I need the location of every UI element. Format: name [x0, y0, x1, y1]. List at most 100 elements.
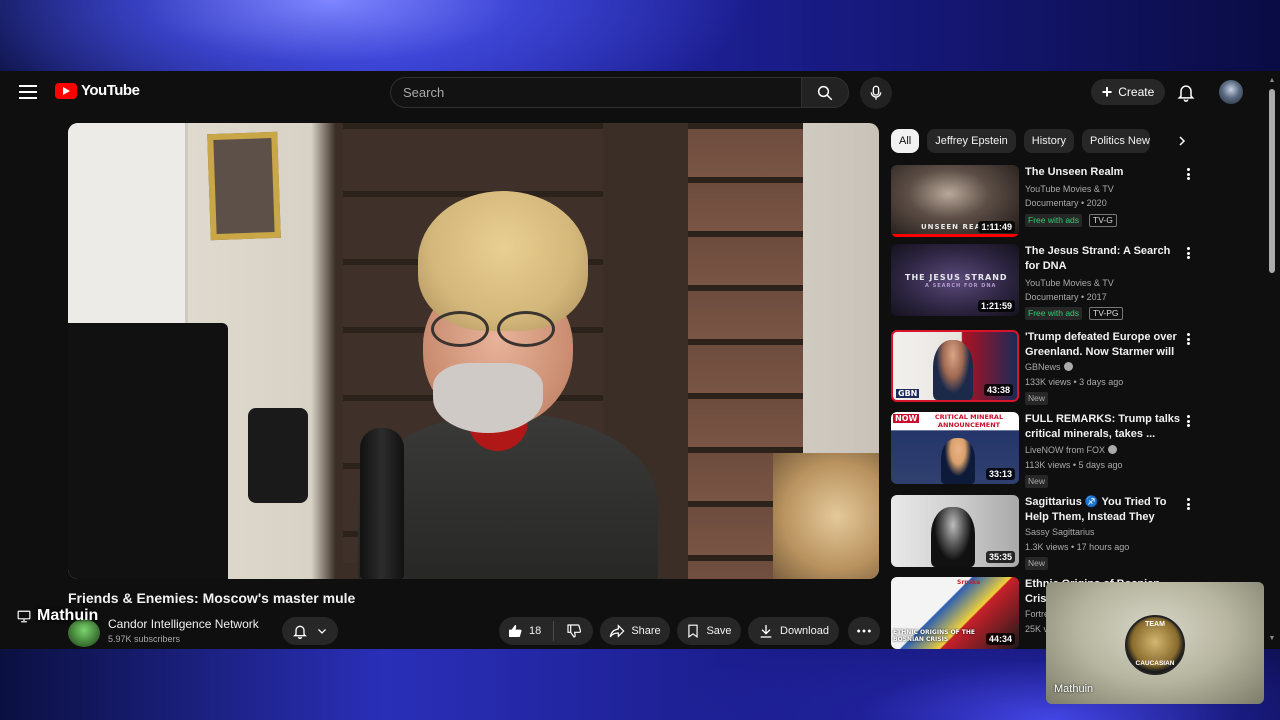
download-label: Download [780, 625, 829, 637]
create-label: Create [1118, 85, 1155, 99]
video-thumbnail[interactable]: NOW CRITICAL MINERAL ANNOUNCEMENT 33:13 [891, 412, 1019, 484]
page-scrollbar[interactable]: ▲ ▼ [1268, 77, 1276, 643]
like-divider [553, 621, 555, 641]
download-icon [760, 625, 772, 638]
filter-chips: All Jeffrey Epstein History Politics New… [891, 129, 1151, 153]
youtube-play-icon [55, 82, 77, 99]
share-icon [610, 624, 625, 638]
free-with-ads-badge: Free with ads [1025, 214, 1083, 227]
subscriber-count: 5.97K subscribers [108, 634, 181, 644]
video-duration: 33:13 [985, 468, 1015, 480]
recommendation-item[interactable]: GBN 43:38 'Trump defeated Europe over Gr… [891, 330, 1271, 406]
more-horizontal-icon [857, 629, 871, 633]
video-thumbnail[interactable]: UNSEEN REALM 1:11:49 [891, 165, 1019, 237]
video-chair [248, 408, 308, 503]
verified-icon [1108, 445, 1118, 454]
chips-next-button[interactable] [1172, 130, 1192, 152]
channel-name[interactable]: Candor Intelligence Network [108, 617, 259, 631]
free-with-ads-badge: Free with ads [1025, 307, 1083, 320]
video-microphone [360, 428, 404, 579]
recommendation-title[interactable]: Sagittarius ♐ You Tried To Help Them, In… [1025, 495, 1181, 525]
video-thumbnail[interactable]: THE JESUS STRAND A SEARCH FOR DNA 1:21:5… [891, 244, 1019, 316]
recommendation-title[interactable]: FULL REMARKS: Trump talks critical miner… [1025, 412, 1181, 442]
new-badge: New [1025, 557, 1049, 570]
video-thumbnail[interactable]: 35:35 [891, 495, 1019, 567]
recommendation-channel[interactable]: YouTube Movies & TV [1025, 278, 1114, 288]
more-vertical-icon[interactable] [1184, 245, 1192, 261]
bell-icon [293, 625, 307, 639]
recommendation-item[interactable]: UNSEEN REALM 1:11:49 The Unseen Realm Yo… [891, 165, 1271, 241]
chip-politics-news[interactable]: Politics News [1082, 129, 1151, 153]
recommendation-meta: Documentary • 2020 [1025, 198, 1107, 208]
chip-all[interactable]: All [891, 129, 920, 153]
thumbnail-text: THE JESUS STRAND [905, 273, 1008, 282]
video-picture-frame [207, 131, 281, 241]
download-button[interactable]: Download [748, 617, 839, 645]
video-thumbnail[interactable]: Srpska ETHNIC ORIGINS OF THE BOSNIAN CRI… [891, 577, 1019, 649]
chip-history[interactable]: History [1023, 129, 1075, 153]
recommendation-title[interactable]: 'Trump defeated Europe over Greenland. N… [1025, 330, 1181, 360]
menu-icon[interactable] [17, 82, 39, 102]
more-vertical-icon[interactable] [1184, 496, 1192, 512]
watch-progress-bar [891, 234, 1019, 237]
video-duration: 43:38 [983, 384, 1013, 396]
recommendation-channel[interactable]: LiveNOW from FOX [1025, 445, 1118, 455]
thumbnail-text: GBN [896, 389, 920, 398]
thumbnail-subtext: NOW [893, 414, 920, 423]
channel-name-label: LiveNOW from FOX [1025, 445, 1106, 455]
more-actions-button[interactable] [848, 617, 880, 645]
notifications-bell-icon[interactable] [1176, 82, 1196, 102]
recommendation-title[interactable]: The Jesus Strand: A Search for DNA [1025, 244, 1181, 274]
save-label: Save [706, 625, 732, 637]
video-monitor [68, 323, 228, 579]
video-title: Friends & Enemies: Moscow's master mule [68, 590, 356, 606]
scroll-down-arrow-icon[interactable]: ▼ [1268, 635, 1276, 643]
subscription-bell-button[interactable] [282, 617, 338, 645]
account-avatar[interactable] [1219, 80, 1243, 104]
masthead: YouTube Search + Create [0, 71, 1280, 113]
channel-name-label: GBNews [1025, 362, 1061, 372]
webcam-tile[interactable]: TEAM CAUCASIAN Mathuin [1046, 582, 1264, 704]
search-icon [817, 85, 833, 100]
search-button[interactable] [801, 77, 849, 108]
logo-text: YouTube [81, 82, 140, 99]
rating-badge: TV-G [1089, 214, 1117, 227]
recommendation-item[interactable]: 35:35 Sagittarius ♐ You Tried To Help Th… [891, 495, 1271, 571]
save-button[interactable]: Save [677, 617, 741, 645]
search-input[interactable]: Search [390, 77, 801, 108]
presenter-name-overlay: Mathuin [17, 607, 98, 625]
thumbnail-text: ETHNIC ORIGINS OF THE BOSNIAN CRISIS [893, 629, 976, 643]
microphone-icon [870, 85, 882, 100]
recommendation-channel[interactable]: YouTube Movies & TV [1025, 184, 1114, 194]
recommendation-title[interactable]: The Unseen Realm [1025, 165, 1181, 180]
chip-jeffrey-epstein[interactable]: Jeffrey Epstein [927, 129, 1016, 153]
video-duration: 1:21:59 [977, 300, 1015, 312]
like-count[interactable]: 18 [529, 625, 541, 637]
recommendation-item[interactable]: THE JESUS STRAND A SEARCH FOR DNA 1:21:5… [891, 244, 1271, 320]
video-bed [773, 453, 879, 579]
more-vertical-icon[interactable] [1184, 166, 1192, 182]
plus-icon: + [1101, 82, 1113, 102]
thumbnail-subtext: A SEARCH FOR DNA [925, 283, 997, 289]
recommendation-item[interactable]: NOW CRITICAL MINERAL ANNOUNCEMENT 33:13 … [891, 412, 1271, 488]
recommendation-channel[interactable]: Sassy Sagittarius [1025, 527, 1095, 537]
dislike-icon[interactable] [566, 623, 582, 639]
scroll-up-arrow-icon[interactable]: ▲ [1268, 77, 1276, 85]
youtube-logo[interactable]: YouTube [55, 82, 140, 99]
video-thumbnail[interactable]: GBN 43:38 [891, 330, 1019, 402]
scrollbar-thumb[interactable] [1269, 89, 1275, 273]
new-badge: New [1025, 475, 1049, 488]
verified-icon [1063, 362, 1073, 371]
more-vertical-icon[interactable] [1184, 331, 1192, 347]
video-duration: 1:11:49 [978, 221, 1015, 233]
like-icon[interactable] [507, 623, 523, 639]
badge-top-text: TEAM [1145, 621, 1165, 628]
share-button[interactable]: Share [600, 617, 670, 645]
video-duration: 35:35 [985, 551, 1015, 563]
more-vertical-icon[interactable] [1184, 413, 1192, 429]
create-button[interactable]: + Create [1091, 79, 1165, 105]
team-badge-logo: TEAM CAUCASIAN [1125, 615, 1185, 675]
voice-search-button[interactable] [860, 77, 892, 109]
recommendation-channel[interactable]: GBNews [1025, 362, 1073, 372]
video-player[interactable] [68, 123, 879, 579]
